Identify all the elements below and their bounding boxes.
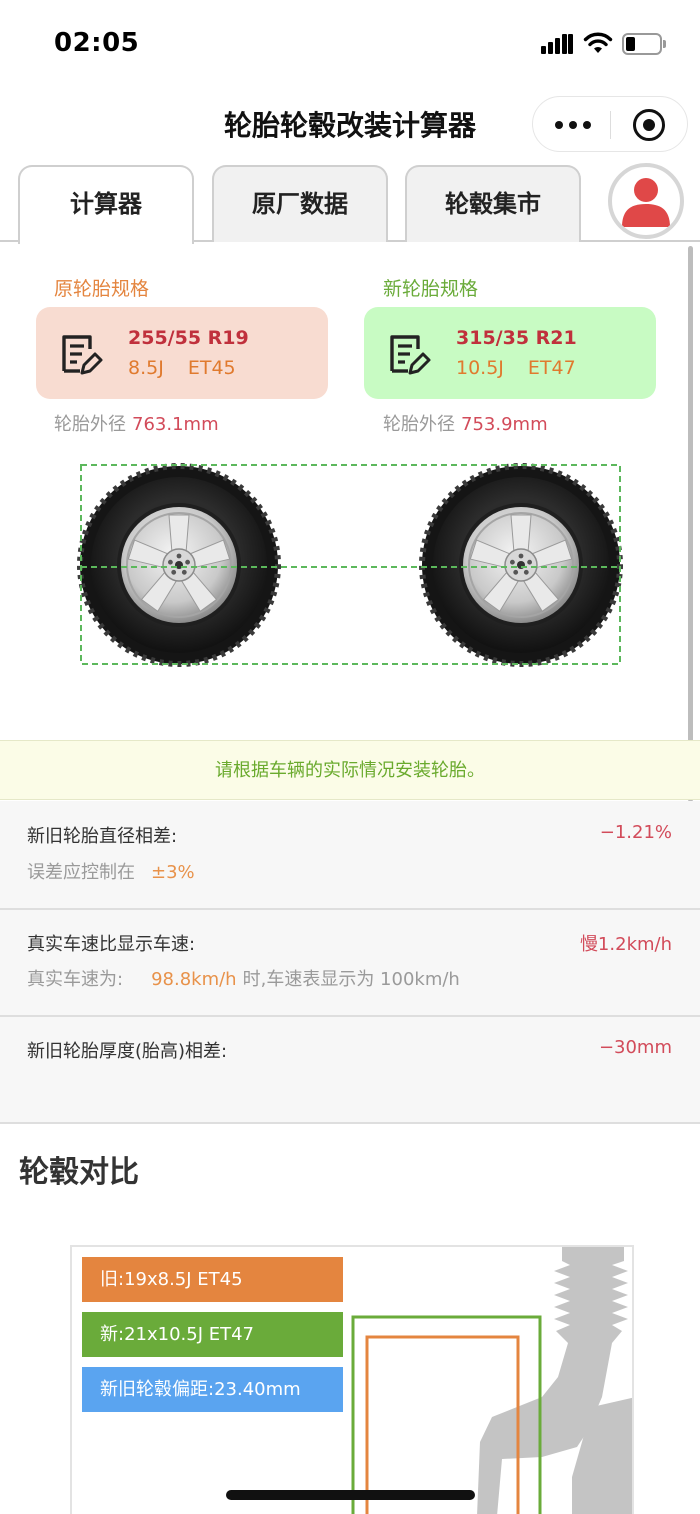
tolerance-value: ±3%: [151, 862, 195, 883]
thickness-value: −30mm: [598, 1037, 672, 1058]
more-icon[interactable]: [555, 121, 591, 129]
avatar[interactable]: [608, 163, 684, 239]
new-rim-legend: 新:21x10.5J ET47: [82, 1312, 343, 1357]
original-tire-size: 255/55 R19: [128, 327, 249, 349]
original-rim-et: ET45: [187, 357, 236, 379]
original-tire-icon: [80, 466, 278, 664]
record-icon[interactable]: [633, 109, 665, 141]
tire-comparison-illustration: [0, 455, 700, 675]
original-rim-spec: 8.5J ET45: [128, 357, 260, 379]
avatar-icon: [622, 178, 670, 227]
wifi-icon: [583, 32, 613, 53]
new-tire-size: 315/35 R21: [456, 327, 577, 349]
tolerance-label: 误差应控制在: [27, 862, 135, 883]
new-rim-width: 10.5J: [456, 357, 504, 379]
new-tire-icon: [422, 466, 620, 664]
original-diameter: 轮胎外径 763.1mm: [54, 410, 219, 436]
tab-factory-data[interactable]: 原厂数据: [212, 165, 388, 242]
thickness-title: 新旧轮胎厚度(胎高)相差:: [27, 1041, 228, 1062]
battery-icon: [622, 33, 666, 55]
new-diameter: 轮胎外径 753.9mm: [383, 410, 548, 436]
new-diameter-value: 753.9mm: [461, 414, 548, 435]
original-diameter-label: 轮胎外径: [54, 414, 126, 435]
original-spec-label: 原轮胎规格: [54, 278, 150, 300]
new-spec-card[interactable]: 315/35 R21 10.5J ET47: [364, 307, 656, 399]
speedometer-note: 时,车速表显示为 100km/h: [242, 969, 460, 990]
speed-row: 真实车速比显示车速: 慢1.2km/h 真实车速为: 98.8km/h 时,车速表显…: [0, 910, 700, 1017]
signal-icon: [541, 34, 573, 54]
rim-compare-title: 轮毂对比: [19, 1155, 139, 1190]
original-spec-card[interactable]: 255/55 R19 8.5J ET45: [36, 307, 328, 399]
document-edit-icon: [62, 335, 103, 375]
install-notice: 请根据车辆的实际情况安装轮胎。: [0, 740, 700, 800]
document-edit-icon: [390, 335, 431, 375]
original-diameter-value: 763.1mm: [132, 414, 219, 435]
diameter-diff-tolerance: 误差应控制在 ±3%: [27, 858, 195, 884]
speed-detail: 真实车速为: 98.8km/h 时,车速表显示为 100km/h: [27, 965, 460, 991]
diameter-diff-title: 新旧轮胎直径相差:: [27, 826, 178, 847]
rim-offset-legend: 新旧轮毂偏距:23.40mm: [82, 1367, 343, 1412]
speed-title: 真实车速比显示车速:: [27, 934, 196, 955]
new-diameter-label: 轮胎外径: [383, 414, 455, 435]
new-spec-label: 新轮胎规格: [383, 278, 479, 300]
diameter-diff-row: 新旧轮胎直径相差: −1.21% 误差应控制在 ±3%: [0, 801, 700, 910]
scrollbar[interactable]: [688, 246, 693, 802]
status-time: 02:05: [54, 28, 140, 58]
diameter-diff-value: −1.21%: [599, 822, 672, 843]
mini-program-capsule: [532, 96, 688, 152]
original-rim-width: 8.5J: [128, 357, 164, 379]
thickness-row: 新旧轮胎厚度(胎高)相差: −30mm: [0, 1017, 700, 1124]
tab-calculator[interactable]: 计算器: [18, 165, 194, 244]
old-rim-legend: 旧:19x8.5J ET45: [82, 1257, 343, 1302]
rim-compare-diagram: 旧:19x8.5J ET45 新:21x10.5J ET47 新旧轮毂偏距:23…: [70, 1245, 634, 1514]
new-rim-spec: 10.5J ET47: [456, 357, 600, 379]
speed-value: 慢1.2km/h: [579, 934, 672, 955]
home-indicator: [226, 1490, 475, 1500]
real-speed-value: 98.8km/h: [151, 969, 237, 990]
new-rim-et: ET47: [527, 357, 576, 379]
capsule-divider: [610, 111, 611, 139]
real-speed-label: 真实车速为:: [27, 969, 124, 990]
tab-rim-market[interactable]: 轮毂集市: [405, 165, 581, 242]
